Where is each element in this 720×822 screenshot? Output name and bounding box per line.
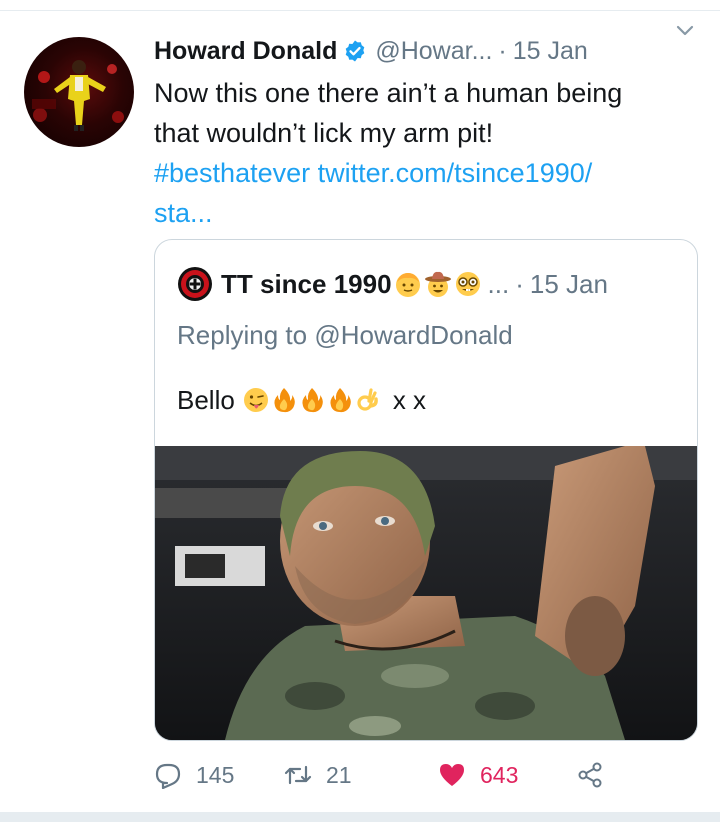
tweet-text-line: that wouldn’t lick my arm pit! (154, 118, 494, 148)
nerd-face-emoji-icon (454, 270, 482, 298)
man-in-beanie-photo (155, 446, 697, 740)
quoted-display-name[interactable]: TT since 1990 (221, 269, 392, 300)
quoted-text-suffix: x x (392, 384, 427, 415)
avatar-photo (32, 60, 124, 131)
quoted-tweet-photo[interactable] (155, 446, 697, 740)
tweet-text-line: Now this one there ain’t a human being (154, 78, 623, 108)
share-button[interactable] (576, 759, 618, 791)
retweet-icon (284, 765, 312, 785)
tweet[interactable]: Howard Donald @Howar... · 15 Jan Now thi… (0, 11, 720, 812)
ok-hand-emoji-icon (355, 387, 381, 413)
like-button[interactable]: 643 (438, 759, 518, 791)
fire-emoji-icon (299, 387, 325, 413)
heart-filled-icon (440, 764, 464, 786)
reply-count: 145 (196, 761, 235, 788)
share-icon (578, 762, 602, 788)
url-link[interactable]: twitter.com/tsince1990/ (318, 158, 593, 188)
tweet-text: Now this one there ain’t a human being t… (154, 73, 694, 233)
timestamp[interactable]: 15 Jan (513, 37, 588, 66)
display-name[interactable]: Howard Donald (154, 37, 337, 66)
tweet-header: Howard Donald @Howar... · 15 Jan (154, 33, 704, 69)
tongue-wink-emoji-icon (243, 387, 269, 413)
quoted-tweet[interactable]: TT since 1990 ... · 15 Jan Replying to @… (154, 239, 698, 741)
separator-dot: · (515, 268, 524, 299)
fire-emoji-icon (271, 387, 297, 413)
replying-to: Replying to @HowardDonald (177, 320, 513, 351)
avatar[interactable] (24, 37, 134, 147)
chevron-down-icon[interactable] (674, 19, 696, 41)
verified-badge-icon (343, 39, 367, 63)
quoted-tweet-text: Bello x x (177, 382, 426, 418)
replying-to-label: Replying to (177, 320, 308, 350)
handle[interactable]: @Howar... (375, 37, 492, 66)
separator-dot: · (498, 36, 507, 65)
quoted-text-word: Bello (177, 384, 235, 415)
blond-face-emoji-icon (394, 270, 422, 298)
like-count: 643 (480, 761, 519, 788)
reply-icon (155, 763, 181, 789)
retweet-count: 21 (326, 761, 352, 788)
quoted-tweet-header: TT since 1990 ... · 15 Jan (177, 264, 608, 304)
quoted-timestamp[interactable]: 15 Jan (530, 269, 608, 300)
name-overflow-ellipsis: ... (487, 268, 510, 299)
hashtag-link[interactable]: #besthatever (154, 158, 310, 188)
cowboy-face-emoji-icon (424, 270, 452, 298)
replying-to-mention[interactable]: @HowardDonald (314, 320, 512, 350)
url-link-continued[interactable]: sta... (154, 193, 694, 233)
quoted-avatar[interactable] (177, 266, 213, 302)
fire-emoji-icon (327, 387, 353, 413)
reply-button[interactable]: 145 (154, 759, 234, 791)
bottom-divider (0, 812, 720, 822)
tweet-actions: 145 21 643 (154, 749, 694, 801)
retweet-button[interactable]: 21 (284, 759, 352, 791)
